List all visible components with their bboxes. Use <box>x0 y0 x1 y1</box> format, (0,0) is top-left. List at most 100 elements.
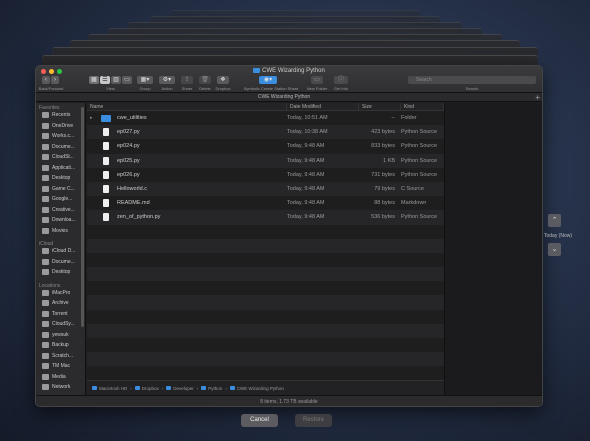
path-crumb[interactable]: Macintosh HD <box>92 386 127 391</box>
tm-up-arrow-button[interactable]: ⌃ <box>548 214 561 227</box>
sidebar-item[interactable]: Creative... <box>36 205 85 216</box>
column-size[interactable]: Size <box>359 103 401 110</box>
folder-icon <box>166 386 172 390</box>
tm-down-arrow-button[interactable]: ⌄ <box>548 243 561 256</box>
sidebar-item[interactable]: Media <box>36 372 85 383</box>
share-button[interactable]: ⇪ <box>181 76 193 84</box>
view-icons-button[interactable]: ▦ <box>89 76 99 84</box>
path-separator-icon: › <box>196 385 199 391</box>
empty-row <box>87 323 444 338</box>
new-tab-button[interactable]: + <box>535 93 540 102</box>
dropbox-button[interactable]: ❖ <box>217 76 229 84</box>
sidebar-item[interactable]: Archive <box>36 298 85 309</box>
restore-button[interactable]: Restore <box>295 414 332 427</box>
sidebar-item[interactable]: iMacPro <box>36 288 85 299</box>
column-date[interactable]: Date Modified <box>287 103 359 110</box>
file-size-cell: 88 bytes <box>374 200 395 207</box>
path-crumb[interactable]: Developer <box>166 386 194 391</box>
sidebar-item-icon <box>42 310 49 317</box>
action-label: Action <box>161 86 173 91</box>
sidebar-item[interactable]: yewsuk <box>36 330 85 341</box>
window-title-text: CWE Wizarding Python <box>262 68 325 74</box>
new-folder-button[interactable]: ▭ <box>311 76 323 84</box>
sidebar-item[interactable]: TM Mac <box>36 361 85 372</box>
sidebar-item[interactable]: iCloud D... <box>36 246 85 257</box>
column-kind[interactable]: Kind <box>401 103 444 110</box>
sidebar-item[interactable]: Applicati... <box>36 163 85 174</box>
folder-icon <box>101 114 111 122</box>
sidebar-item-icon <box>42 154 49 161</box>
forward-button[interactable]: › <box>51 76 59 84</box>
path-crumb[interactable]: Python <box>201 386 222 391</box>
sidebar-item[interactable]: Backup <box>36 340 85 351</box>
file-row[interactable]: ep026.py Today, 9:48 AM 731 bytes Python So… <box>87 168 444 182</box>
search-input[interactable]: Search <box>408 76 536 84</box>
sidebar-item-icon <box>42 112 49 119</box>
sidebar-item[interactable]: Downloa... <box>36 215 85 226</box>
delete-button[interactable]: 🗑 <box>199 76 211 84</box>
view-list-button[interactable]: ☰ <box>100 76 110 84</box>
sidebar-item[interactable]: Torrent <box>36 309 85 320</box>
file-name: cwe_utilities <box>117 115 147 122</box>
file-row[interactable]: ep027.py Today, 10:38 AM 423 bytes Python S… <box>87 125 444 140</box>
file-row[interactable]: ▸ cwe_utilities Today, 10:51 AM -- Folder <box>87 111 444 125</box>
file-row[interactable]: README.md Today, 9:48 AM 88 bytes Markdown <box>87 196 444 210</box>
sidebar-item[interactable]: Desktop <box>36 173 85 184</box>
empty-row <box>87 295 444 310</box>
empty-row <box>87 310 444 324</box>
sidebar-item[interactable]: Docume... <box>36 257 85 268</box>
file-row[interactable]: Helloworld.c Today, 9:48 AM 79 bytes C Sour… <box>87 181 444 197</box>
view-columns-button[interactable]: ▥ <box>111 76 121 84</box>
toolbar: CWE Wizarding Python ‹ › Back/Forward ▦ … <box>36 66 542 93</box>
file-size-cell: 423 bytes <box>371 129 395 136</box>
group-button[interactable]: ▦▾ <box>137 76 153 84</box>
folder-icon <box>229 386 235 390</box>
sidebar-item-label: Torrent <box>52 310 68 317</box>
sidebar-item[interactable]: Network <box>36 382 85 393</box>
sidebar-item[interactable]: Scratch... <box>36 351 85 362</box>
sidebar-item[interactable]: Recents <box>36 110 85 121</box>
path-crumb[interactable]: CWE Wizarding Python <box>229 386 284 391</box>
symbolic-create-button[interactable]: ◉▾ <box>259 76 277 84</box>
file-row[interactable]: ep025.py Today, 9:48 AM 1 KB Python Source <box>87 153 444 168</box>
sidebar-item[interactable]: Docume... <box>36 142 85 153</box>
sidebar-item[interactable]: CloudSt... <box>36 152 85 163</box>
back-button[interactable]: ‹ <box>42 76 50 84</box>
sidebar-item-label: Game C... <box>52 185 75 192</box>
sidebar-item-icon <box>42 122 49 129</box>
file-row[interactable]: zen_of_python.py Today, 9:48 AM 536 bytes P… <box>87 210 444 225</box>
folder-icon <box>92 386 97 390</box>
sidebar-item[interactable]: Game C... <box>36 184 85 195</box>
sidebar-item[interactable]: Desktop <box>36 267 85 278</box>
sidebar-item-icon <box>42 248 49 255</box>
cancel-button[interactable]: Cancel <box>241 414 278 427</box>
tab-current[interactable]: CWE Wizarding Python <box>36 94 532 100</box>
file-name-cell: ep024.py <box>87 142 287 151</box>
sidebar-item[interactable]: CloudSy... <box>36 319 85 330</box>
sidebar-item-icon <box>42 227 49 234</box>
sidebar-icloud-header: iCloud <box>39 241 54 247</box>
disclosure-triangle-icon[interactable]: ▸ <box>90 115 94 121</box>
get-info-button[interactable]: ⓘ <box>334 76 348 84</box>
file-size-cell: 79 bytes <box>374 186 395 193</box>
sidebar-item[interactable]: Works.c... <box>36 131 85 142</box>
sidebar-item[interactable]: OneDrive <box>36 121 85 132</box>
symbolic-create-label: Symbolic Create Station Share <box>243 86 299 91</box>
sidebar-item-label: Media <box>52 373 66 380</box>
sidebar-item[interactable]: Google... <box>36 194 85 205</box>
file-name: README.md <box>117 200 150 207</box>
action-button[interactable]: ⚙▾ <box>159 76 175 84</box>
sidebar-scrollbar[interactable] <box>81 107 84 327</box>
view-gallery-button[interactable]: ▭ <box>122 76 132 84</box>
empty-row <box>87 338 444 352</box>
file-row[interactable]: ep024.py Today, 9:48 AM 833 bytes Python So… <box>87 139 444 153</box>
path-crumb[interactable]: Dropbox <box>134 386 159 391</box>
column-name[interactable]: Name <box>87 103 287 110</box>
sidebar-item-label: Recents <box>52 112 71 119</box>
path-crumb-label: Python <box>208 385 223 391</box>
sidebar-item[interactable]: Movies <box>36 226 85 237</box>
sidebar-item-label: Docume... <box>52 258 75 265</box>
sidebar-item-label: Google... <box>52 196 73 203</box>
sidebar-item-icon <box>42 258 49 265</box>
sidebar-item-label: Docume... <box>52 143 75 150</box>
